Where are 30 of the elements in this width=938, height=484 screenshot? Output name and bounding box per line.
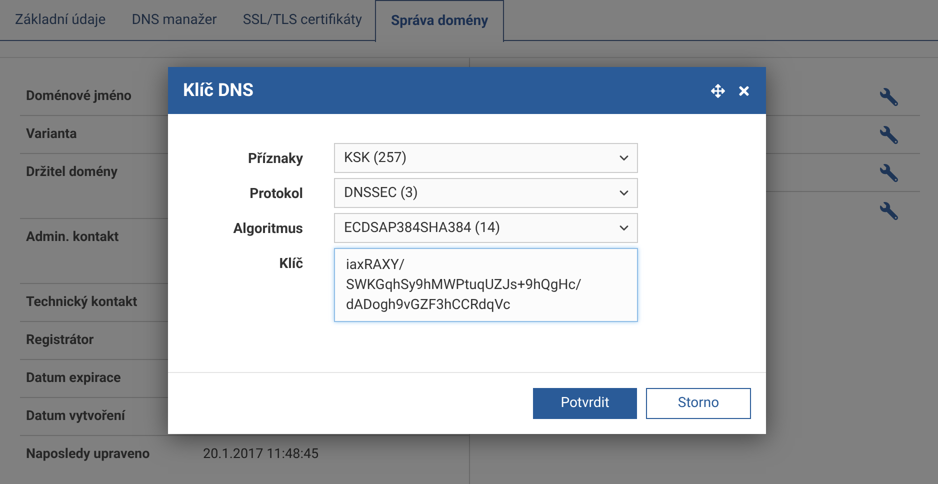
field-label: Datum expirace — [26, 369, 121, 388]
wrench-icon[interactable] — [880, 126, 898, 144]
form-label: Protokol — [248, 185, 303, 204]
field-value: 20.1.2017 11:48:45 — [203, 445, 319, 464]
form-label: Klíč — [278, 255, 303, 274]
close-icon[interactable] — [737, 84, 751, 98]
field-label: Doménové jméno — [26, 87, 132, 106]
field-label: Admin. kontakt — [26, 228, 119, 247]
field-label: Technický kontakt — [26, 293, 138, 312]
tab[interactable]: SSL/TLS certifikáty — [230, 0, 376, 40]
select-field[interactable]: KSK (257) — [334, 143, 638, 173]
form-label: Příznaky — [247, 150, 303, 169]
field-label: Datum vytvoření — [26, 407, 126, 426]
field-label: Držitel domény — [26, 163, 118, 182]
dialog-title: Klíč DNS — [183, 79, 254, 103]
wrench-icon[interactable] — [880, 88, 898, 106]
select-field[interactable]: ECDSAP384SHA384 (14) — [334, 213, 638, 243]
field-label: Naposledy upraveno — [26, 445, 150, 464]
tab[interactable]: Základní údaje — [2, 0, 119, 40]
wrench-icon[interactable] — [880, 202, 898, 220]
form-label: Algoritmus — [232, 220, 303, 239]
wrench-icon[interactable] — [880, 164, 898, 182]
confirm-button[interactable]: Potvrdit — [533, 388, 637, 419]
select-field[interactable]: DNSSEC (3) — [334, 178, 638, 208]
field-label: Registrátor — [26, 331, 94, 350]
move-icon[interactable] — [711, 84, 725, 98]
cancel-button[interactable]: Storno — [646, 388, 751, 419]
field-label: Varianta — [26, 125, 77, 144]
key-field[interactable]: iaxRAXY/ SWKGqhSy9hMWPtuqUZJs+9hQgHc/ dADogh9vGZF3hCCRdqVc — [334, 248, 638, 322]
tab[interactable]: DNS manažer — [118, 0, 230, 40]
